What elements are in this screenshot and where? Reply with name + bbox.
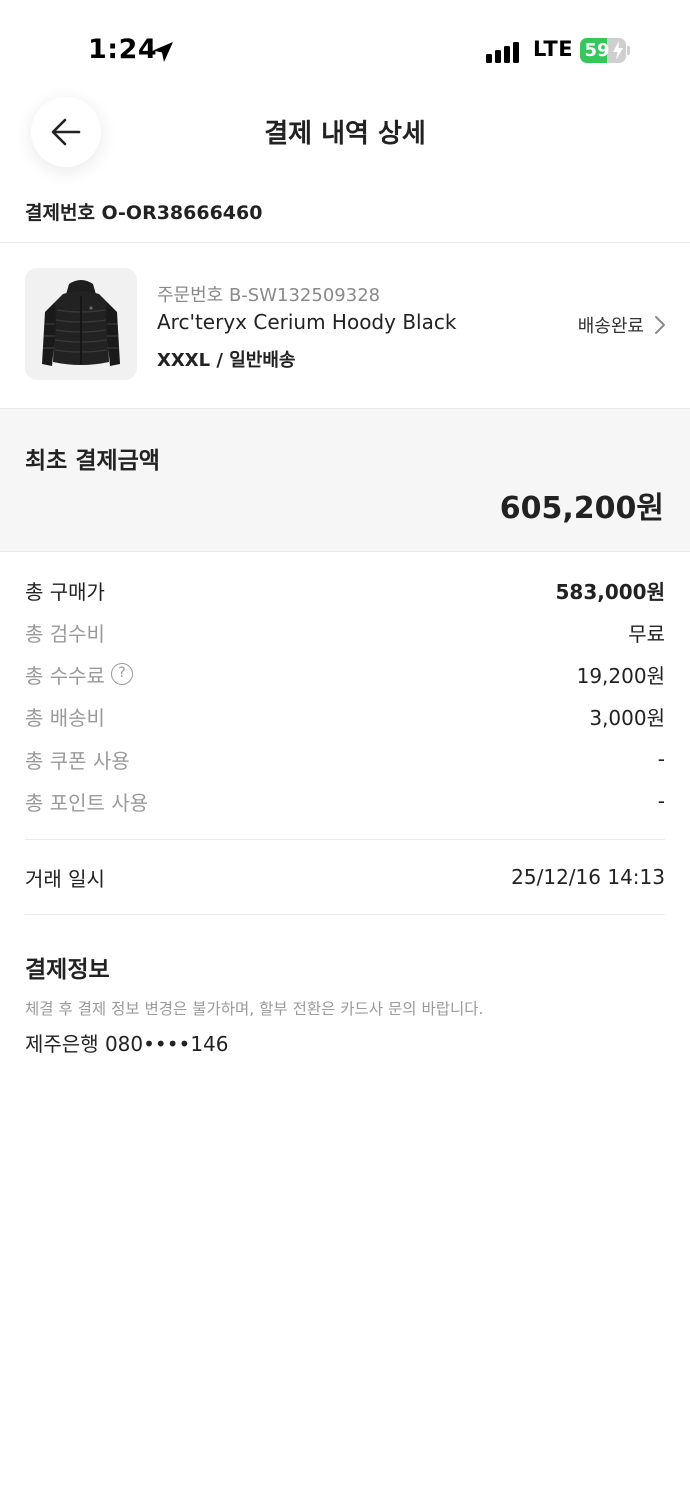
status-bar: 1:24 LTE 59	[0, 0, 690, 100]
summary-label: 총 구매가	[25, 579, 105, 604]
summary-label-wrap: 총 수수료 ?	[25, 660, 133, 689]
summary-row-points: 총 포인트 사용 -	[25, 786, 665, 816]
summary-value: 3,000원	[589, 705, 665, 730]
transaction-date-label: 거래 일시	[25, 866, 105, 891]
summary-row-purchase: 총 구매가 583,000원	[25, 575, 665, 605]
location-arrow-icon	[153, 42, 173, 62]
initial-payment-label: 최초 결제금액	[25, 448, 160, 474]
transaction-date-value: 25/12/16 14:13	[511, 865, 665, 889]
page-title: 결제 내역 상세	[264, 119, 426, 149]
payment-info-title: 결제정보	[25, 957, 110, 983]
summary-label: 총 배송비	[25, 705, 105, 730]
initial-payment-amount: 605,200원	[499, 491, 664, 526]
product-option: XXXL / 일반배송	[157, 350, 296, 371]
summary-label: 총 포인트 사용	[25, 790, 149, 815]
battery-percent: 59	[584, 40, 610, 61]
summary-label: 총 쿠폰 사용	[25, 748, 130, 773]
battery-charging-icon: 59	[580, 38, 630, 63]
initial-payment-panel: 최초 결제금액 605,200원	[0, 408, 690, 552]
divider	[0, 242, 690, 243]
divider	[25, 914, 665, 915]
signal-icon	[486, 41, 522, 63]
product-image[interactable]	[25, 268, 137, 380]
network-type: LTE	[533, 37, 574, 61]
summary-row-shipping: 총 배송비 3,000원	[25, 701, 665, 731]
charging-bolt-icon	[613, 41, 623, 60]
black-down-jacket-image	[42, 280, 120, 366]
summary-row-fee: 총 수수료 ? 19,200원	[25, 659, 665, 689]
product-name: Arc'teryx Cerium Hoody Black	[157, 310, 457, 334]
summary-value: 583,000원	[555, 579, 666, 604]
summary-label: 총 수수료	[25, 663, 105, 688]
summary-row-coupon: 총 쿠폰 사용 -	[25, 744, 665, 774]
summary-value: -	[657, 789, 665, 813]
payment-method: 제주은행 080••••146	[25, 1032, 229, 1056]
transaction-date-row: 거래 일시 25/12/16 14:13	[25, 862, 665, 892]
chevron-right-icon	[655, 316, 665, 334]
payment-number: 결제번호 O-OR38666460	[25, 202, 263, 224]
status-time: 1:24	[88, 34, 158, 65]
summary-row-inspection: 총 검수비 무료	[25, 617, 665, 647]
summary-value: 19,200원	[576, 663, 665, 688]
summary-value: 무료	[628, 621, 665, 646]
summary-label: 총 검수비	[25, 621, 105, 646]
divider	[25, 839, 665, 840]
payment-info-notice: 체결 후 결제 정보 변경은 불가하며, 할부 전환은 카드사 문의 바랍니다.	[25, 1000, 484, 1018]
summary-value: -	[657, 747, 665, 771]
delivery-status-label: 배송완료	[577, 316, 644, 337]
order-number: 주문번호 B-SW132509328	[157, 285, 381, 306]
help-icon[interactable]: ?	[110, 663, 133, 685]
delivery-status-link[interactable]: 배송완료	[578, 312, 666, 338]
